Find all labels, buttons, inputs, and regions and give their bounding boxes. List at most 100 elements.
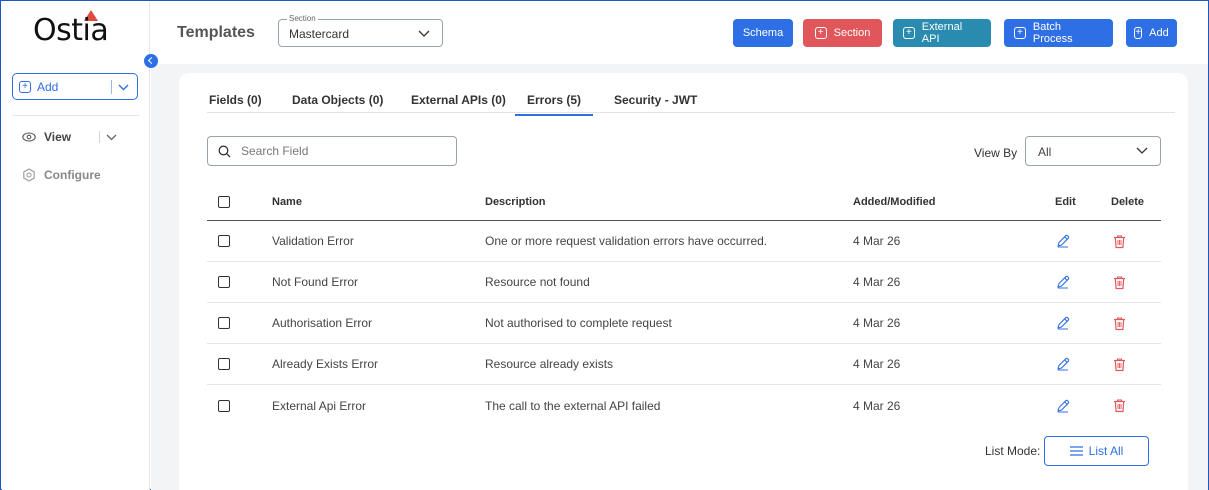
plus-icon: + bbox=[903, 27, 915, 39]
errors-table: Name Description Added/Modified Edit Del… bbox=[207, 183, 1161, 426]
schema-button[interactable]: Schema bbox=[733, 19, 793, 47]
column-header-description[interactable]: Description bbox=[485, 196, 546, 208]
divider bbox=[99, 131, 101, 143]
chevron-down-icon[interactable] bbox=[118, 80, 129, 94]
app-window: Ostia + Add View Configure Templates Sec… bbox=[0, 0, 1209, 490]
trash-icon[interactable] bbox=[1111, 356, 1127, 372]
row-description: The call to the external API failed bbox=[485, 398, 661, 413]
chevron-down-icon[interactable] bbox=[106, 130, 117, 144]
header: Templates Section Mastercard Schema + Se… bbox=[151, 2, 1208, 64]
row-name: Not Found Error bbox=[272, 275, 359, 289]
tab-external-apis[interactable]: External APIs (0) bbox=[411, 93, 506, 107]
sidebar-item-label: View bbox=[44, 130, 72, 144]
section-select-legend: Section bbox=[287, 14, 318, 23]
row-description: One or more request validation errors ha… bbox=[485, 234, 768, 248]
section-select-value: Mastercard bbox=[289, 27, 350, 41]
tab-security-jwt[interactable]: Security - JWT bbox=[614, 93, 697, 107]
trash-icon[interactable] bbox=[1111, 315, 1127, 331]
search-box bbox=[207, 136, 457, 166]
row-date: 4 Mar 26 bbox=[853, 275, 901, 289]
sidebar-item-view[interactable]: View bbox=[22, 130, 117, 144]
edit-icon[interactable] bbox=[1055, 398, 1071, 414]
add-batch-process-button[interactable]: + Batch Process bbox=[1004, 19, 1113, 47]
logo: Ostia bbox=[2, 2, 150, 57]
row-date: 4 Mar 26 bbox=[853, 357, 901, 371]
table-row[interactable]: Already Exists Error Resource already ex… bbox=[207, 344, 1161, 385]
chevron-down-icon bbox=[418, 26, 430, 43]
add-batch-process-label: Batch Process bbox=[1032, 21, 1073, 45]
page-title: Templates bbox=[177, 24, 255, 41]
tab-data-objects[interactable]: Data Objects (0) bbox=[292, 93, 383, 107]
row-name: Already Exists Error bbox=[272, 357, 379, 371]
schema-button-label: Schema bbox=[742, 27, 784, 39]
column-header-name[interactable]: Name bbox=[272, 196, 302, 208]
collapse-sidebar-button[interactable] bbox=[144, 54, 158, 68]
row-name: External Api Error bbox=[272, 398, 367, 413]
row-date: 4 Mar 26 bbox=[853, 316, 901, 330]
tab-bar: Fields (0) Data Objects (0) External API… bbox=[207, 87, 1175, 116]
edit-icon[interactable] bbox=[1055, 356, 1071, 372]
search-icon bbox=[218, 145, 231, 158]
row-checkbox[interactable] bbox=[218, 399, 230, 412]
column-header-edit: Edit bbox=[1055, 195, 1076, 208]
column-header-delete: Delete bbox=[1111, 195, 1145, 208]
table-header: Name Description Added/Modified Edit Del… bbox=[207, 183, 1161, 221]
row-checkbox[interactable] bbox=[218, 317, 230, 329]
add-external-api-button[interactable]: + External API bbox=[893, 19, 991, 47]
view-by-value: All bbox=[1038, 145, 1052, 159]
add-section-label: Section bbox=[833, 27, 871, 39]
edit-icon[interactable] bbox=[1055, 274, 1071, 290]
trash-icon[interactable] bbox=[1111, 398, 1127, 414]
tab-errors[interactable]: Errors (5) bbox=[514, 93, 594, 116]
logo-text: Ostia bbox=[33, 13, 109, 48]
tab-fields[interactable]: Fields (0) bbox=[209, 93, 262, 107]
sidebar-item-label: Configure bbox=[44, 168, 101, 182]
add-button-label: Add bbox=[1149, 27, 1169, 39]
plus-icon: + bbox=[814, 27, 827, 39]
row-description: Not authorised to complete request bbox=[485, 316, 672, 330]
row-description: Resource not found bbox=[485, 275, 590, 289]
plus-icon: + bbox=[1134, 27, 1143, 39]
column-header-added-modified[interactable]: Added/Modified bbox=[853, 196, 936, 208]
eye-icon bbox=[22, 130, 36, 144]
list-all-button[interactable]: List All bbox=[1044, 436, 1149, 466]
row-description: Resource already exists bbox=[485, 357, 614, 371]
table-row[interactable]: External Api Error The call to the exter… bbox=[207, 385, 1161, 426]
row-checkbox[interactable] bbox=[218, 235, 230, 247]
trash-icon[interactable] bbox=[1111, 233, 1127, 249]
trash-icon[interactable] bbox=[1111, 274, 1127, 290]
plus-icon: + bbox=[1014, 27, 1026, 39]
gear-icon bbox=[22, 168, 36, 182]
sidebar-add-label: Add bbox=[37, 79, 59, 94]
table-row[interactable]: Authorisation Error Not authorised to co… bbox=[207, 303, 1161, 344]
divider bbox=[111, 79, 112, 94]
row-date: 4 Mar 26 bbox=[853, 398, 901, 413]
row-date: 4 Mar 26 bbox=[853, 234, 901, 248]
sidebar-add-button[interactable]: + Add bbox=[12, 73, 138, 100]
content-card: Fields (0) Data Objects (0) External API… bbox=[179, 73, 1188, 490]
view-by-label: View By bbox=[974, 146, 1018, 160]
edit-icon[interactable] bbox=[1055, 315, 1071, 331]
table-row[interactable]: Validation Error One or more request val… bbox=[207, 221, 1161, 262]
add-external-api-label: External API bbox=[921, 21, 963, 45]
row-name: Authorisation Error bbox=[272, 316, 373, 330]
add-button[interactable]: + Add bbox=[1126, 19, 1177, 47]
add-section-button[interactable]: + Section bbox=[803, 19, 882, 47]
list-icon bbox=[1069, 446, 1083, 456]
table-row[interactable]: Not Found Error Resource not found 4 Mar… bbox=[207, 262, 1161, 303]
search-input[interactable] bbox=[241, 144, 431, 158]
sidebar: Ostia + Add View Configure bbox=[2, 2, 150, 490]
row-name: Validation Error bbox=[272, 234, 354, 248]
edit-icon[interactable] bbox=[1055, 233, 1071, 249]
chevron-down-icon bbox=[1136, 145, 1148, 159]
row-checkbox[interactable] bbox=[218, 358, 230, 370]
divider bbox=[12, 115, 140, 116]
section-select[interactable]: Section Mastercard bbox=[278, 14, 443, 47]
sidebar-item-configure[interactable]: Configure bbox=[22, 168, 101, 182]
list-all-label: List All bbox=[1088, 444, 1124, 458]
row-checkbox[interactable] bbox=[218, 276, 230, 288]
view-by-select[interactable]: All bbox=[1025, 136, 1161, 166]
select-all-checkbox[interactable] bbox=[218, 195, 230, 208]
list-mode-label: List Mode: bbox=[985, 444, 1041, 458]
plus-icon: + bbox=[19, 80, 31, 93]
